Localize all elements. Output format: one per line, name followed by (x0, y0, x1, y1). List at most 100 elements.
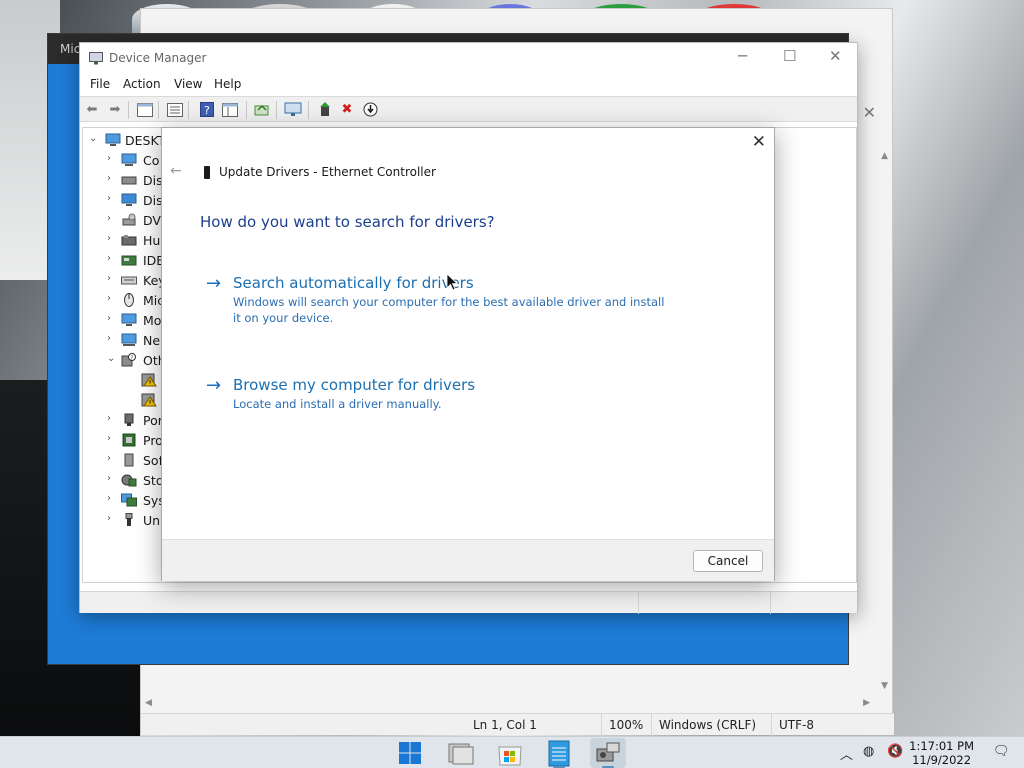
status-separator (638, 592, 639, 614)
status-separator (601, 714, 602, 736)
help-icon[interactable]: ? (198, 101, 216, 118)
computer-icon (121, 153, 137, 166)
notepad-status-bar: Ln 1, Col 1 100% Windows (CRLF) UTF-8 (141, 713, 894, 736)
taskbar: ︿ ◍ 🔇 1:17:01 PM 11/9/2022 🗨 (0, 736, 1024, 768)
network-icon[interactable]: ◍ (863, 744, 874, 759)
device-manager-status-bar (80, 591, 857, 614)
notepad-taskbar-icon[interactable] (541, 738, 577, 768)
scroll-right-icon[interactable]: ▶ (863, 698, 870, 708)
notepad-close-icon[interactable]: ✕ (863, 103, 876, 122)
expand-icon[interactable]: › (107, 473, 111, 484)
expand-icon[interactable]: › (107, 333, 111, 344)
tree-item-label: Pro (143, 433, 163, 448)
svg-text:?: ? (130, 355, 133, 361)
status-separator (770, 592, 771, 614)
browse-computer-option[interactable]: → Browse my computer for drivers Locate … (206, 375, 676, 415)
cancel-button[interactable]: Cancel (693, 550, 763, 572)
collapse-icon[interactable]: ⌄ (89, 133, 97, 144)
menu-action[interactable]: Action (123, 77, 161, 91)
toolbar-separator (276, 101, 277, 119)
update-driver-icon[interactable] (253, 101, 271, 118)
start-icon[interactable] (392, 738, 428, 768)
update-drivers-dialog[interactable]: ✕ ← Update Drivers - Ethernet Controller… (161, 127, 775, 581)
expand-icon[interactable]: › (107, 493, 111, 504)
status-separator (651, 714, 652, 736)
action-view-icon[interactable] (221, 101, 239, 118)
ide-controller-icon (121, 255, 137, 266)
mouse-icon (124, 293, 134, 307)
tree-item-label: Ne (143, 333, 161, 348)
back-arrow-icon[interactable]: ← (170, 163, 182, 179)
tree-item-label: Dis (143, 173, 163, 188)
expand-icon[interactable]: › (107, 273, 111, 284)
option-description: Windows will search your computer for th… (233, 295, 665, 325)
volume-muted-icon[interactable]: 🔇 (887, 744, 903, 759)
arrow-right-icon: → (206, 375, 222, 396)
store-icon[interactable] (492, 738, 528, 768)
line-ending: Windows (CRLF) (659, 718, 757, 732)
forward-icon[interactable]: ➡ (106, 101, 124, 118)
tree-item-label: Sof (143, 453, 163, 468)
uninstall-device-icon[interactable]: ✖ (338, 101, 356, 118)
minimize-icon[interactable]: ─ (738, 47, 747, 65)
tree-item-label: Hu (143, 233, 161, 248)
scroll-down-icon[interactable]: ▼ (881, 681, 888, 691)
clock-date: 11/9/2022 (912, 753, 972, 767)
clock[interactable]: 1:17:01 PM 11/9/2022 (909, 739, 974, 767)
menu-view[interactable]: View (174, 77, 202, 91)
storage-controller-icon (121, 474, 137, 487)
file-explorer-icon[interactable] (443, 738, 479, 768)
status-separator (771, 714, 772, 736)
back-icon[interactable]: ⬅ (83, 101, 101, 118)
expand-icon[interactable]: › (107, 313, 111, 324)
expand-icon[interactable]: › (107, 253, 111, 264)
keyboard-icon (121, 276, 137, 285)
network-adapter-icon (121, 333, 137, 346)
option-title[interactable]: Browse my computer for drivers (233, 376, 475, 394)
search-automatically-option[interactable]: → Search automatically for drivers Windo… (206, 273, 676, 325)
tree-item-label: Por (143, 413, 163, 428)
expand-icon[interactable]: › (107, 513, 111, 524)
warning-icon (141, 373, 157, 387)
hid-icon (121, 235, 137, 246)
expand-icon[interactable]: › (107, 193, 111, 204)
add-driver-icon[interactable] (316, 101, 334, 118)
arrow-right-icon: → (206, 273, 222, 294)
encoding: UTF-8 (779, 718, 814, 732)
dialog-close-icon[interactable]: ✕ (752, 132, 766, 152)
scroll-up-icon[interactable]: ▲ (881, 151, 888, 161)
dialog-title: Update Drivers - Ethernet Controller (219, 165, 436, 179)
properties-icon[interactable] (166, 101, 184, 118)
tree-item-label: Dis (143, 193, 163, 208)
ethernet-controller-icon (204, 166, 210, 179)
menu-help[interactable]: Help (214, 77, 241, 91)
menu-file[interactable]: File (90, 77, 110, 91)
collapse-icon[interactable]: ⌄ (107, 353, 115, 364)
expand-icon[interactable]: › (107, 173, 111, 184)
expand-icon[interactable]: › (107, 213, 111, 224)
expand-icon[interactable]: › (107, 433, 111, 444)
dvd-drive-icon (122, 213, 136, 226)
display-adapter-icon (121, 193, 137, 206)
option-title[interactable]: Search automatically for drivers (233, 274, 474, 292)
expand-icon[interactable]: › (107, 413, 111, 424)
disable-device-icon[interactable] (361, 101, 379, 118)
show-hide-console-tree-icon[interactable] (136, 101, 154, 118)
expand-icon[interactable]: › (107, 453, 111, 464)
cursor-position: Ln 1, Col 1 (473, 718, 537, 732)
chevron-up-icon[interactable]: ︿ (840, 744, 853, 763)
toolbar-separator (246, 101, 247, 119)
window-title: Device Manager (109, 51, 207, 65)
expand-icon[interactable]: › (107, 153, 111, 164)
ports-icon (124, 413, 134, 426)
expand-icon[interactable]: › (107, 293, 111, 304)
close-icon[interactable]: ✕ (829, 47, 842, 65)
notification-icon[interactable]: 🗨 (993, 744, 1010, 759)
maximize-icon[interactable]: ☐ (783, 47, 796, 65)
background-window-title: Mic (60, 42, 81, 56)
scan-hardware-icon[interactable] (284, 101, 302, 118)
expand-icon[interactable]: › (107, 233, 111, 244)
device-manager-taskbar-icon[interactable] (590, 738, 626, 768)
scroll-left-icon[interactable]: ◀ (145, 698, 152, 708)
zoom-level: 100% (609, 718, 644, 732)
